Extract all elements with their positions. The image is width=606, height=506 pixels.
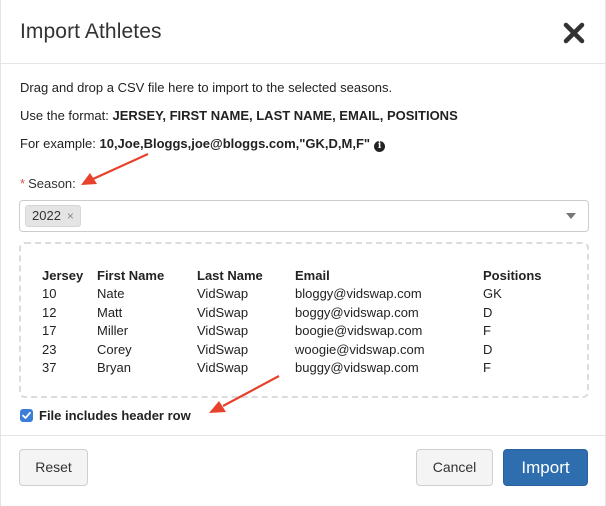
- header-row-checkbox[interactable]: File includes header row: [20, 408, 191, 424]
- csv-drop-zone[interactable]: Jersey First Name Last Name Email Positi…: [19, 242, 589, 398]
- cell-first-name: Matt: [97, 304, 123, 320]
- cell-email: woogie@vidswap.com: [295, 341, 425, 357]
- cell-first-name: Corey: [97, 341, 132, 357]
- chevron-down-icon[interactable]: [566, 213, 576, 219]
- table-row: 37 Bryan VidSwap buggy@vidswap.com F: [42, 359, 563, 378]
- cell-last-name: VidSwap: [197, 286, 249, 301]
- cell-jersey: 37: [42, 360, 57, 375]
- table-header-row: Jersey First Name Last Name Email Positi…: [42, 266, 563, 285]
- annotation-arrow-season: [81, 152, 149, 185]
- athletes-preview-table: Jersey First Name Last Name Email Positi…: [42, 266, 563, 378]
- format-value: JERSEY, FIRST NAME, LAST NAME, EMAIL, PO…: [112, 108, 458, 123]
- season-label-text: Season:: [28, 176, 76, 191]
- example-value: 10,Joe,Bloggs,joe@bloggs.com,"GK,D,M,F": [99, 136, 371, 151]
- table-row: 23 Corey VidSwap woogie@vidswap.com D: [42, 341, 563, 360]
- cell-email: bloggy@vidswap.com: [295, 286, 422, 301]
- cell-first-name: Miller: [97, 323, 129, 338]
- season-label: * Season:: [20, 175, 76, 192]
- table-row: 10 Nate VidSwap bloggy@vidswap.com GK: [42, 285, 563, 304]
- instruction-example: For example: 10,Joe,Bloggs,joe@bloggs.co…: [20, 135, 386, 152]
- cell-last-name: VidSwap: [197, 360, 249, 375]
- season-chip: 2022 ×: [25, 205, 81, 227]
- cell-email: boogie@vidswap.com: [295, 323, 423, 338]
- checkbox-checked-icon[interactable]: [20, 409, 33, 422]
- instruction-drag-drop: Drag and drop a CSV file here to import …: [20, 80, 393, 95]
- cell-jersey: 17: [42, 323, 57, 338]
- cell-first-name: Bryan: [97, 360, 131, 375]
- header-row-checkbox-label: File includes header row: [39, 408, 191, 423]
- column-header-positions: Positions: [483, 268, 542, 283]
- format-prefix: Use the format:: [20, 108, 113, 123]
- cell-jersey: 12: [42, 304, 57, 320]
- cell-positions: F: [483, 323, 491, 338]
- example-prefix: For example:: [20, 136, 100, 151]
- season-chip-label: 2022: [32, 208, 61, 223]
- dialog-footer: Reset Cancel Import: [1, 435, 606, 506]
- dialog-title: Import Athletes: [20, 20, 162, 43]
- required-marker: *: [20, 176, 26, 191]
- column-header-jersey: Jersey: [42, 268, 84, 283]
- cell-email: buggy@vidswap.com: [295, 360, 419, 375]
- cell-jersey: 23: [42, 341, 57, 357]
- table-row: 17 Miller VidSwap boogie@vidswap.com F: [42, 322, 563, 341]
- cell-first-name: Nate: [97, 286, 125, 301]
- instruction-format: Use the format: JERSEY, FIRST NAME, LAST…: [20, 107, 458, 124]
- import-button[interactable]: Import: [503, 449, 588, 486]
- dialog-header: Import Athletes: [1, 0, 606, 64]
- close-icon[interactable]: [562, 21, 586, 45]
- cell-last-name: VidSwap: [197, 341, 249, 357]
- cell-last-name: VidSwap: [197, 304, 249, 320]
- cell-email: boggy@vidswap.com: [295, 304, 419, 320]
- cell-positions: F: [483, 360, 491, 375]
- import-athletes-dialog: Import Athletes Drag and drop a CSV file…: [0, 0, 606, 506]
- cell-last-name: VidSwap: [197, 323, 249, 338]
- reset-button[interactable]: Reset: [19, 449, 88, 486]
- cancel-button[interactable]: Cancel: [416, 449, 493, 486]
- column-header-last-name: Last Name: [197, 268, 263, 283]
- info-icon[interactable]: i: [374, 141, 386, 152]
- cell-positions: GK: [483, 286, 502, 301]
- cell-positions: D: [483, 304, 493, 320]
- column-header-first-name: First Name: [97, 268, 165, 283]
- cell-jersey: 10: [42, 286, 57, 301]
- chip-remove-icon[interactable]: ×: [67, 206, 74, 226]
- cell-positions: D: [483, 341, 493, 357]
- column-header-email: Email: [295, 268, 330, 283]
- season-select[interactable]: 2022 ×: [19, 200, 589, 232]
- table-row: 12 Matt VidSwap boggy@vidswap.com D: [42, 304, 563, 323]
